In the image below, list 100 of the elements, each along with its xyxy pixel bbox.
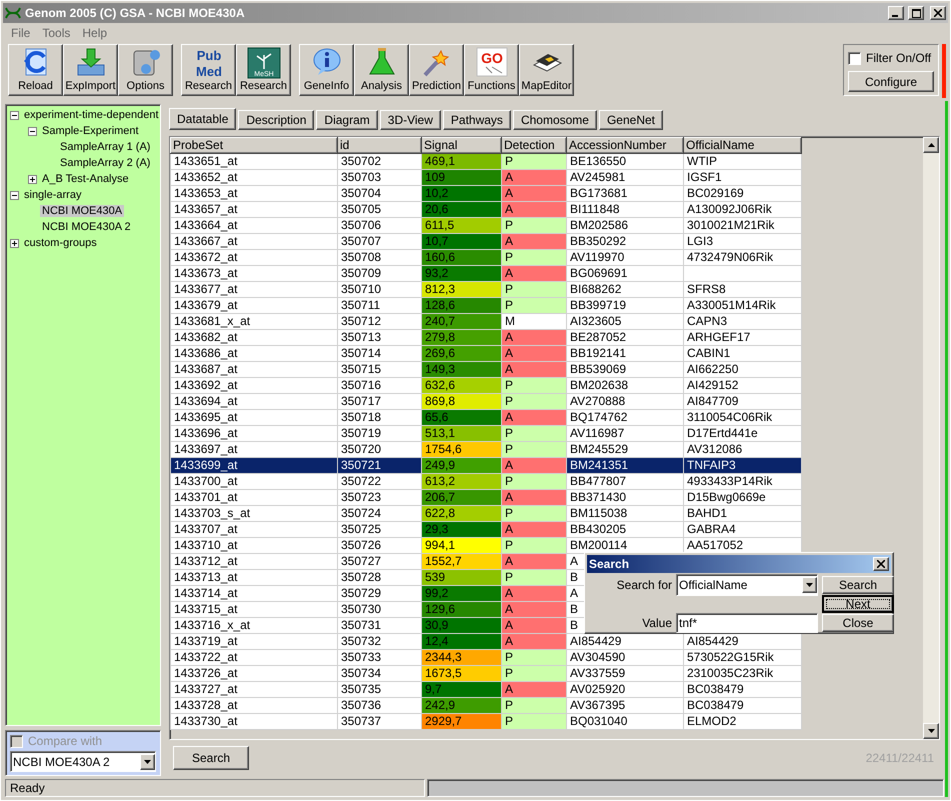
- tab[interactable]: Datatable: [169, 108, 236, 130]
- scrollbar[interactable]: [923, 136, 939, 740]
- table-cell: ARHGEF17: [684, 329, 802, 346]
- table-cell: AV304590: [566, 649, 684, 666]
- tab[interactable]: Diagram: [316, 110, 378, 130]
- dialog-button[interactable]: Search: [822, 576, 894, 594]
- detection-cell: M: [502, 313, 566, 330]
- column-header[interactable]: AccessionNumber: [566, 137, 684, 154]
- table-cell: 1433667_at: [170, 233, 338, 250]
- toolbar-button[interactable]: ExpImport: [63, 44, 118, 96]
- table-cell: CABIN1: [684, 345, 802, 362]
- table-cell: AV367395: [566, 697, 684, 714]
- filter-checkbox[interactable]: Filter On/Off: [848, 51, 934, 65]
- signal-cell: 10,7: [422, 233, 502, 250]
- dialog-button[interactable]: Next: [822, 595, 894, 613]
- table-cell: 350735: [338, 681, 422, 698]
- signal-cell: 613,2: [422, 473, 502, 490]
- tree-item[interactable]: SampleArray 1 (A): [58, 141, 152, 153]
- table-cell: 350722: [338, 473, 422, 490]
- tab[interactable]: 3D-View: [380, 110, 441, 130]
- dialog-button[interactable]: Close: [822, 614, 894, 632]
- search-button[interactable]: Search: [173, 746, 249, 770]
- scroll-up-icon: [928, 142, 934, 147]
- table-cell: 350713: [338, 329, 422, 346]
- signal-cell: 539: [422, 569, 502, 586]
- detection-cell: P: [502, 281, 566, 298]
- column-header[interactable]: id: [338, 137, 422, 154]
- signal-cell: 99,2: [422, 585, 502, 602]
- table-cell: 350706: [338, 217, 422, 234]
- expand-icon[interactable]: [28, 174, 37, 184]
- table-cell: 1433682_at: [170, 329, 338, 346]
- toolbar-button[interactable]: Analysis: [354, 44, 409, 96]
- menu-item[interactable]: File: [5, 26, 36, 40]
- expand-icon[interactable]: [10, 238, 19, 248]
- toolbar-button[interactable]: Reload: [8, 44, 63, 96]
- table-cell: A130092J06Rik: [684, 201, 802, 218]
- detection-cell: A: [502, 681, 566, 698]
- tab[interactable]: GeneNet: [598, 110, 663, 130]
- detection-cell: P: [502, 393, 566, 410]
- table-cell: BB477807: [566, 473, 684, 490]
- table-cell: 350719: [338, 425, 422, 442]
- dropdown-arrow-icon: [928, 729, 934, 734]
- table-cell: A330051M14Rik: [684, 297, 802, 314]
- menu-item[interactable]: Help: [76, 26, 114, 40]
- toolbar-button[interactable]: Options: [118, 44, 173, 96]
- table-cell: 1433686_at: [170, 345, 338, 362]
- toolbar-button[interactable]: Pub Med Research: [181, 44, 236, 96]
- search-for-dropdown[interactable]: OfficialName: [676, 574, 818, 596]
- collapse-icon[interactable]: [10, 110, 19, 120]
- detection-cell: A: [502, 409, 566, 426]
- tree-item[interactable]: NCBI MOE430A: [40, 205, 124, 217]
- close-button[interactable]: [930, 6, 946, 20]
- column-header[interactable]: OfficialName: [684, 137, 802, 154]
- table-cell: 350717: [338, 393, 422, 410]
- table-cell: 1433652_at: [170, 169, 338, 186]
- column-header[interactable]: Detection: [502, 137, 566, 154]
- signal-cell: 1552,7: [422, 553, 502, 570]
- collapse-icon[interactable]: [10, 190, 19, 200]
- table-cell: 1433692_at: [170, 377, 338, 394]
- toolbar-button[interactable]: GO Functions: [464, 44, 519, 96]
- column-header[interactable]: ProbeSet: [170, 137, 338, 154]
- table-cell: BAHD1: [684, 505, 802, 522]
- table-cell: SFRS8: [684, 281, 802, 298]
- collapse-icon[interactable]: [28, 126, 37, 136]
- maximize-button[interactable]: [908, 6, 924, 20]
- detection-cell: A: [502, 457, 566, 474]
- table-cell: 350728: [338, 569, 422, 586]
- table-cell: 2310035C23Rik: [684, 665, 802, 682]
- toolbar-button[interactable]: MapEditor: [519, 44, 574, 96]
- tree-item[interactable]: experiment-time-dependent: [22, 109, 161, 121]
- signal-cell: 2344,3: [422, 649, 502, 666]
- tab[interactable]: Chomosome: [512, 110, 597, 130]
- toolbar-button[interactable]: GeneInfo: [299, 44, 354, 96]
- close-button[interactable]: [873, 557, 889, 571]
- toolbar-button[interactable]: Prediction: [409, 44, 464, 96]
- column-header[interactable]: Signal: [422, 137, 502, 154]
- table-cell: IGSF1: [684, 169, 802, 186]
- signal-cell: 93,2: [422, 265, 502, 282]
- tab[interactable]: Description: [238, 110, 314, 130]
- minimize-button[interactable]: [888, 6, 904, 20]
- detection-cell: P: [502, 473, 566, 490]
- table-cell: BB430205: [566, 521, 684, 538]
- table-cell: 350723: [338, 489, 422, 506]
- tree-item[interactable]: SampleArray 2 (A): [58, 157, 152, 169]
- tree-item[interactable]: A_B Test-Analyse: [40, 173, 131, 185]
- tab[interactable]: Pathways: [442, 110, 511, 130]
- tree-item[interactable]: NCBI MOE430A 2: [40, 221, 133, 233]
- detection-cell: A: [502, 201, 566, 218]
- configure-button[interactable]: Configure: [848, 71, 934, 92]
- menu-item[interactable]: Tools: [36, 26, 76, 40]
- tree-item[interactable]: Sample-Experiment: [40, 125, 141, 137]
- table-cell: AV312086: [684, 441, 802, 458]
- table-cell: BB350292: [566, 233, 684, 250]
- table-cell: 1433712_at: [170, 553, 338, 570]
- signal-cell: 994,1: [422, 537, 502, 554]
- signal-cell: 149,3: [422, 361, 502, 378]
- value-field[interactable]: tnf*: [676, 613, 818, 633]
- table-cell: BM115038: [566, 505, 684, 522]
- tree-item[interactable]: single-array: [22, 189, 84, 201]
- tree-item[interactable]: custom-groups: [22, 237, 99, 249]
